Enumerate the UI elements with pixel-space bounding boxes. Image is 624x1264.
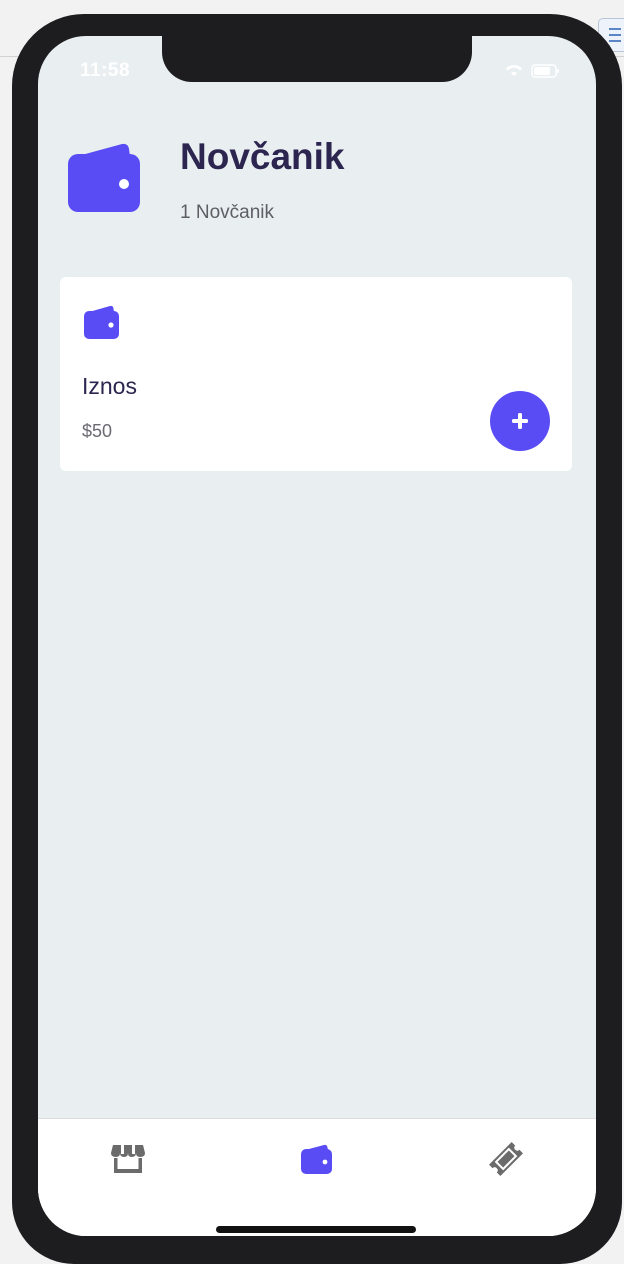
- home-indicator[interactable]: [216, 1226, 416, 1233]
- battery-icon: [531, 64, 559, 78]
- balance-label: Iznos: [82, 373, 137, 399]
- wallet-icon: [301, 1144, 332, 1174]
- list-bar: [609, 40, 621, 42]
- balance-amount: $50: [82, 421, 113, 441]
- wallet-icon: [84, 305, 120, 344]
- list-bar: [609, 28, 621, 30]
- status-icons: [506, 64, 559, 78]
- phone-notch: [162, 36, 472, 82]
- page-title: Novčanik: [180, 136, 345, 177]
- bottom-nav: [38, 1118, 596, 1236]
- phone-frame: 11:58 Novčanik 1 Novčanik Iznos $50: [12, 14, 622, 1264]
- nav-item-tickets[interactable]: [482, 1137, 530, 1181]
- list-bar: [609, 34, 621, 36]
- ticket-icon: [489, 1142, 523, 1176]
- nav-item-store[interactable]: [104, 1137, 152, 1181]
- app-screen: 11:58 Novčanik 1 Novčanik Iznos $50: [38, 36, 596, 1236]
- store-icon: [111, 1145, 145, 1173]
- wallet-card[interactable]: Iznos $50: [60, 277, 572, 471]
- wallet-count: 1 Novčanik: [180, 202, 274, 223]
- wallet-icon: [68, 142, 142, 219]
- status-time: 11:58: [80, 60, 131, 81]
- nav-item-wallet[interactable]: [293, 1137, 341, 1181]
- wifi-icon: [506, 65, 522, 76]
- plus-icon: [512, 413, 528, 429]
- add-funds-button[interactable]: [490, 391, 550, 451]
